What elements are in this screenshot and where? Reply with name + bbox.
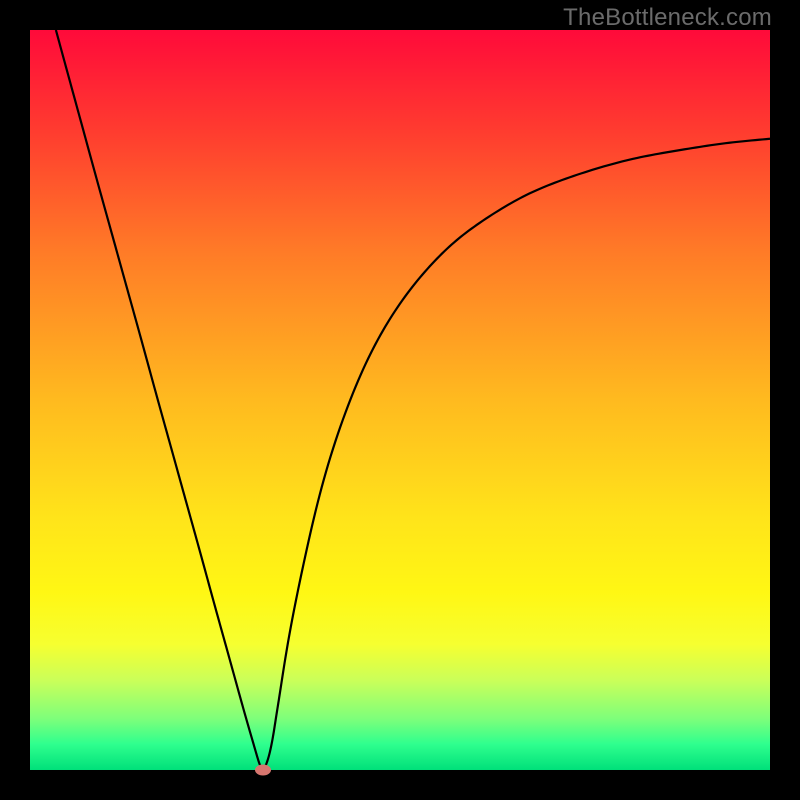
- min-marker: [255, 765, 271, 776]
- watermark-text: TheBottleneck.com: [563, 4, 772, 32]
- chart-plot: [0, 0, 800, 800]
- chart-container: TheBottleneck.com: [0, 0, 800, 800]
- gradient-background: [30, 30, 770, 770]
